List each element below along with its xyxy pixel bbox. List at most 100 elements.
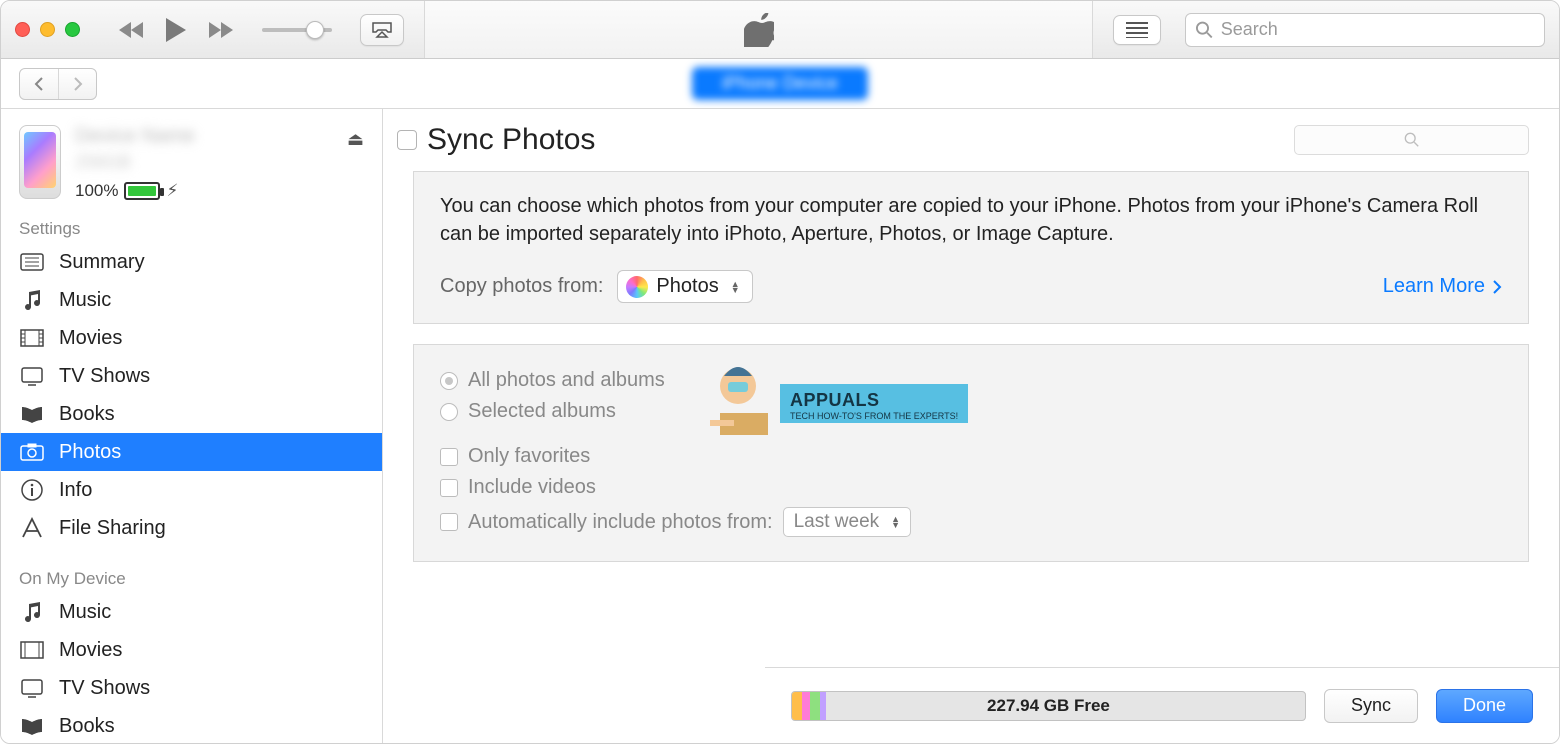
option-label: All photos and albums [468, 369, 665, 392]
sidebar-item-movies[interactable]: Movies [1, 319, 382, 357]
music-icon [19, 600, 45, 624]
minimize-window-button[interactable] [40, 22, 55, 37]
footer-bar: 227.94 GB Free Sync Done [765, 667, 1559, 743]
search-field[interactable] [1185, 13, 1545, 47]
device-thumbnail [19, 125, 61, 199]
option-label: Only favorites [468, 445, 590, 468]
checkbox-videos[interactable] [440, 479, 458, 497]
info-panel: You can choose which photos from your co… [413, 171, 1529, 324]
movies-icon [19, 326, 45, 350]
radio-selected[interactable] [440, 403, 458, 421]
sidebar-item-music[interactable]: Music [1, 281, 382, 319]
play-icon[interactable] [164, 17, 188, 43]
music-icon [19, 288, 45, 312]
chevron-right-icon [1493, 280, 1502, 294]
device-info: Device Name 256GB 100% ⚡︎ [75, 125, 333, 201]
checkbox-auto[interactable] [440, 513, 458, 531]
options-panel: All photos and albums Selected albums On… [413, 344, 1529, 562]
sidebar-heading-settings: Settings [1, 211, 382, 243]
charging-icon: ⚡︎ [166, 181, 178, 201]
volume-thumb[interactable] [306, 21, 324, 39]
copy-from-row: Copy photos from: Photos ▲▼ Learn More [440, 270, 1502, 303]
option-include-videos[interactable]: Include videos [440, 472, 1502, 503]
fast-forward-icon[interactable] [206, 21, 234, 39]
updown-icon: ▲▼ [731, 281, 740, 293]
copy-source-value: Photos [656, 275, 718, 298]
tv-icon [19, 364, 45, 388]
search-input[interactable] [1221, 19, 1534, 40]
sidebar-item-label: File Sharing [59, 517, 166, 540]
sidebar-item-label: Summary [59, 251, 145, 274]
sidebar-item-label: Books [59, 715, 115, 738]
now-playing-area [424, 1, 1093, 58]
capacity-segments [792, 692, 826, 720]
sidebar-item-info[interactable]: Info [1, 471, 382, 509]
device-block: Device Name 256GB 100% ⚡︎ ⏏ [1, 109, 382, 211]
sidebar-item-photos[interactable]: Photos [1, 433, 382, 471]
sidebar-item-filesharing[interactable]: File Sharing [1, 509, 382, 547]
ondevice-item-tvshows[interactable]: TV Shows [1, 669, 382, 707]
battery-icon [124, 182, 160, 200]
sync-button[interactable]: Sync [1324, 689, 1418, 723]
body: Device Name 256GB 100% ⚡︎ ⏏ Settings Sum… [1, 109, 1559, 743]
learn-more-link[interactable]: Learn More [1383, 275, 1502, 298]
device-name: Device Name [75, 125, 333, 148]
copy-source-select[interactable]: Photos ▲▼ [617, 270, 752, 303]
option-selected-albums[interactable]: Selected albums [440, 396, 1502, 427]
sidebar-item-label: Movies [59, 327, 122, 350]
learn-more-label: Learn More [1383, 275, 1485, 298]
auto-range-value: Last week [794, 511, 880, 533]
close-window-button[interactable] [15, 22, 30, 37]
panel-search-field[interactable] [1294, 125, 1529, 155]
books-icon [19, 714, 45, 738]
titlebar [1, 1, 1559, 59]
zoom-window-button[interactable] [65, 22, 80, 37]
device-tab-pill[interactable]: iPhone Device [692, 67, 868, 100]
done-button[interactable]: Done [1436, 689, 1533, 723]
device-capacity: 256GB [75, 152, 333, 173]
apple-logo-icon [744, 13, 774, 47]
summary-icon [19, 250, 45, 274]
ondevice-item-music[interactable]: Music [1, 593, 382, 631]
ondevice-item-movies[interactable]: Movies [1, 631, 382, 669]
copy-from-label: Copy photos from: [440, 275, 603, 298]
photos-app-icon [626, 276, 648, 298]
sidebar: Device Name 256GB 100% ⚡︎ ⏏ Settings Sum… [1, 109, 383, 743]
sidebar-item-summary[interactable]: Summary [1, 243, 382, 281]
nav-buttons [19, 68, 97, 100]
option-all-photos[interactable]: All photos and albums [440, 365, 1502, 396]
free-space-label: 227.94 GB Free [987, 696, 1110, 716]
books-icon [19, 402, 45, 426]
battery-percent: 100% [75, 181, 118, 201]
checkbox-favorites[interactable] [440, 448, 458, 466]
nav-forward-button[interactable] [58, 69, 96, 99]
main-panel: Sync Photos You can choose which photos … [383, 109, 1559, 743]
eject-icon[interactable]: ⏏ [347, 129, 364, 150]
volume-slider[interactable] [262, 28, 332, 32]
sidebar-item-label: Music [59, 289, 111, 312]
list-icon [1126, 22, 1148, 38]
sidebar-heading-ondevice: On My Device [1, 561, 382, 593]
airplay-icon [371, 21, 393, 39]
traffic-lights [15, 22, 80, 37]
list-view-button[interactable] [1113, 15, 1161, 45]
nav-back-button[interactable] [20, 69, 58, 99]
volume-control[interactable] [262, 28, 332, 32]
sidebar-item-tvshows[interactable]: TV Shows [1, 357, 382, 395]
sidebar-item-label: Movies [59, 639, 122, 662]
auto-range-select[interactable]: Last week ▲▼ [783, 507, 911, 537]
info-icon [19, 478, 45, 502]
playback-controls [118, 17, 234, 43]
option-auto-include[interactable]: Automatically include photos from: Last … [440, 503, 1502, 541]
radio-all[interactable] [440, 372, 458, 390]
option-label: Selected albums [468, 400, 616, 423]
sidebar-item-books[interactable]: Books [1, 395, 382, 433]
photos-icon [19, 440, 45, 464]
option-only-favorites[interactable]: Only favorites [440, 441, 1502, 472]
info-text: You can choose which photos from your co… [440, 192, 1502, 248]
rewind-icon[interactable] [118, 21, 146, 39]
sync-photos-checkbox[interactable] [397, 130, 417, 150]
airplay-button[interactable] [360, 14, 404, 46]
ondevice-item-books[interactable]: Books [1, 707, 382, 743]
sidebar-item-label: Music [59, 601, 111, 624]
